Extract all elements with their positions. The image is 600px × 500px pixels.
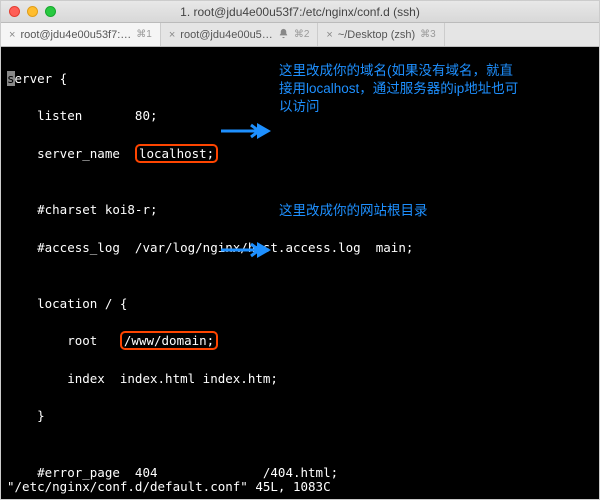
arrow-icon bbox=[221, 202, 271, 297]
traffic-lights bbox=[9, 6, 56, 17]
code-line: } bbox=[7, 407, 593, 426]
tab-shortcut: ⌘2 bbox=[294, 29, 310, 40]
terminal-window: 1. root@jdu4e00u53f7:/etc/nginx/conf.d (… bbox=[0, 0, 600, 500]
annotation-root: 这里改成你的网站根目录 bbox=[279, 202, 499, 220]
tab-shortcut: ⌘1 bbox=[136, 29, 152, 40]
close-icon[interactable]: × bbox=[326, 29, 332, 41]
bell-icon bbox=[278, 28, 289, 42]
tab-2[interactable]: × root@jdu4e00u5… ⌘2 bbox=[161, 23, 319, 46]
code-line: #access_log /var/log/nginx/host.access.l… bbox=[7, 239, 593, 258]
tab-3[interactable]: × ~/Desktop (zsh) ⌘3 bbox=[318, 23, 444, 46]
terminal-body[interactable]: server { listen 80; server_name localhos… bbox=[1, 47, 599, 499]
titlebar: 1. root@jdu4e00u53f7:/etc/nginx/conf.d (… bbox=[1, 1, 599, 23]
tab-shortcut: ⌘3 bbox=[420, 29, 436, 40]
root-path-highlight: /www/domain; bbox=[120, 331, 218, 350]
tab-label: ~/Desktop (zsh) bbox=[338, 29, 415, 41]
tabbar: × root@jdu4e00u53f7:… ⌘1 × root@jdu4e00u… bbox=[1, 23, 599, 47]
window-title: 1. root@jdu4e00u53f7:/etc/nginx/conf.d (… bbox=[1, 5, 599, 19]
server-name-highlight: localhost; bbox=[135, 144, 218, 163]
annotation-domain: 这里改成你的域名(如果没有域名，就直接用localhost，通过服务器的ip地址… bbox=[279, 62, 524, 117]
vim-statusline: "/etc/nginx/conf.d/default.conf" 45L, 10… bbox=[7, 478, 331, 497]
cursor: s bbox=[7, 71, 15, 86]
code-line: server_name localhost; bbox=[7, 145, 593, 164]
close-icon[interactable]: × bbox=[9, 29, 15, 41]
tab-label: root@jdu4e00u5… bbox=[180, 29, 273, 41]
close-icon[interactable] bbox=[9, 6, 20, 17]
zoom-icon[interactable] bbox=[45, 6, 56, 17]
code-line: index index.html index.htm; bbox=[7, 370, 593, 389]
code-line: root /www/domain; bbox=[7, 332, 593, 351]
tab-1[interactable]: × root@jdu4e00u53f7:… ⌘1 bbox=[1, 23, 161, 46]
tab-label: root@jdu4e00u53f7:… bbox=[20, 29, 131, 41]
arrow-icon bbox=[221, 83, 271, 178]
code-line: location / { bbox=[7, 295, 593, 314]
minimize-icon[interactable] bbox=[27, 6, 38, 17]
close-icon[interactable]: × bbox=[169, 29, 175, 41]
